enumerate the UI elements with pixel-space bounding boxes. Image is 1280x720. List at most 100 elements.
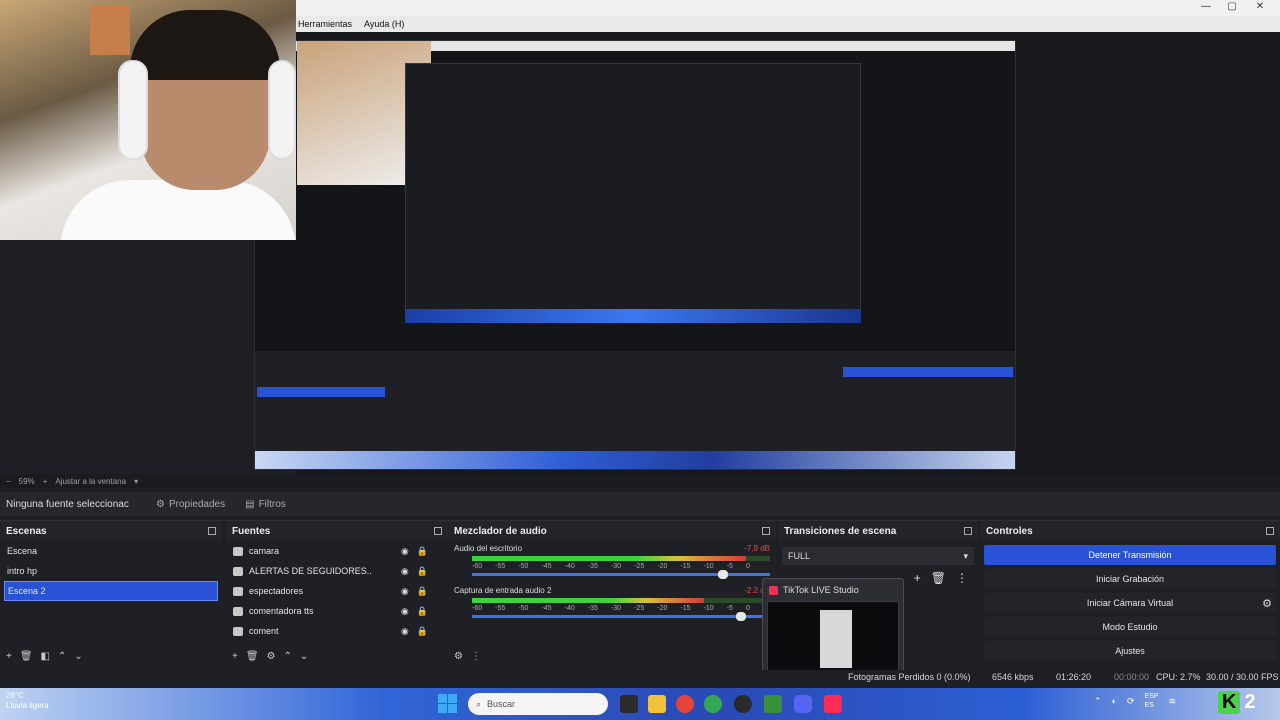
lock-icon[interactable]: 🔒 (417, 606, 428, 617)
search-placeholder: Buscar (487, 699, 516, 709)
minimize-button[interactable]: — (1196, 0, 1216, 14)
gear-icon[interactable]: ⚙ (1262, 597, 1272, 610)
wifi-icon[interactable]: ≋ (1169, 696, 1177, 707)
zoom-in-button[interactable]: + (43, 477, 48, 486)
eye-icon[interactable]: ◉ (401, 606, 409, 617)
scene-item[interactable]: intro hp (0, 561, 222, 581)
add-icon[interactable]: + (232, 651, 238, 662)
filters-label: Filtros (258, 498, 286, 510)
language[interactable]: ESP (1145, 692, 1159, 701)
studio-mode-button[interactable]: Modo Estudio (984, 617, 1276, 637)
eye-icon[interactable]: ◉ (401, 546, 409, 557)
scale-tick-label: -55 (495, 563, 506, 570)
chevron-down-icon[interactable]: ▾ (134, 477, 138, 486)
source-item[interactable]: coment ◉ 🔒 (226, 621, 448, 641)
logo-badge: 2 (1244, 690, 1256, 713)
dock-title: Escenas (6, 525, 47, 537)
volume-slider[interactable] (472, 570, 770, 579)
source-item[interactable]: ALERTAS DE SEGUIDORES.. ◉ 🔒 (226, 561, 448, 581)
lock-icon[interactable]: 🔒 (417, 626, 428, 637)
filter-icon: ▤ (245, 498, 255, 510)
chrome-profile-icon[interactable] (704, 695, 722, 713)
source-item[interactable]: espectadores ◉ 🔒 (226, 581, 448, 601)
scene-item-selected[interactable]: Escena 2 (4, 581, 218, 601)
record-time: 00:00:00 (1114, 672, 1150, 682)
cpu-usage: CPU: 2.7% (1156, 672, 1201, 682)
scene-filter-icon[interactable]: ◧ (41, 651, 50, 662)
channel-name: Audio del escritorio (454, 544, 523, 553)
file-explorer-icon[interactable] (648, 695, 666, 713)
live-time: 01:26:20 (1056, 672, 1092, 682)
zoom-out-button[interactable]: − (6, 477, 11, 486)
scenes-dock: Escenas Escena intro hp Escena 2 + 🗑 ◧ ⌃… (0, 520, 222, 666)
controls-dock: Controles Detener Transmisión Iniciar Gr… (980, 520, 1280, 666)
scale-tick-label: -25 (634, 605, 645, 612)
discord-icon[interactable] (794, 695, 812, 713)
tray-app-icon[interactable]: ◐ (1112, 696, 1117, 706)
scene-item[interactable]: Escena (0, 541, 222, 561)
taskbar-search[interactable]: ⌕ Buscar (468, 693, 608, 715)
tray-chevron-icon[interactable]: ⌃ (1094, 696, 1102, 707)
start-recording-button[interactable]: Iniciar Grabación (984, 569, 1276, 589)
start-virtual-camera-button[interactable]: Iniciar Cámara Virtual (984, 593, 1276, 613)
volume-slider[interactable] (472, 612, 770, 621)
undock-icon[interactable] (762, 527, 770, 535)
move-up-icon[interactable]: ⌃ (58, 651, 66, 662)
trash-icon[interactable]: 🗑 (20, 651, 33, 662)
slider-knob[interactable] (718, 570, 729, 579)
windows-taskbar: 26°C Lluvia ligera ⌕ Buscar ⌃ ◐ ⟳ ESP ES … (0, 688, 1280, 720)
stop-stream-button[interactable]: Detener Transmisión (984, 545, 1276, 565)
maximize-button[interactable]: ▢ (1222, 0, 1242, 14)
tiktok-live-studio-icon[interactable] (824, 695, 842, 713)
menu-help[interactable]: Ayuda (H) (364, 19, 404, 29)
mixer-gear-icon[interactable]: ⚙ (454, 651, 463, 662)
meter-scale: -60 -55 -50 -45 -40 -35 -30 -25 -20 -15 -10 -5 0 (472, 605, 770, 613)
scale-tick-label: 0 (745, 605, 750, 612)
eye-icon[interactable]: ◉ (401, 566, 409, 577)
undock-icon[interactable] (208, 527, 216, 535)
region: ES (1144, 702, 1154, 709)
chevron-down-icon: ▾ (963, 550, 968, 561)
source-item[interactable]: camara ◉ 🔒 (226, 541, 448, 561)
undock-icon[interactable] (1266, 527, 1274, 535)
slider-knob[interactable] (736, 612, 747, 621)
tray-sync-icon[interactable]: ⟳ (1127, 696, 1135, 707)
more-menu-icon[interactable]: ⋮ (471, 651, 481, 662)
trash-icon[interactable]: 🗑 (246, 651, 259, 662)
move-down-icon[interactable]: ⌄ (300, 651, 308, 662)
lock-icon[interactable]: 🔒 (417, 546, 428, 557)
weather-widget[interactable]: 26°C Lluvia ligera (6, 691, 49, 711)
eye-icon[interactable]: ◉ (401, 626, 409, 637)
undock-icon[interactable] (434, 527, 442, 535)
transition-value: FULL (788, 551, 811, 561)
sources-dock: Fuentes camara ◉ 🔒 ALERTAS DE SEGUIDORES..… (226, 520, 448, 666)
trash-icon[interactable]: 🗑 (931, 571, 946, 585)
close-button[interactable]: ✕ (1250, 0, 1270, 14)
transition-select[interactable]: FULL ▾ (782, 547, 974, 565)
gear-icon[interactable]: ⚙ (267, 651, 276, 662)
properties-button[interactable]: ⚙ Propiedades (148, 494, 233, 514)
minecraft-icon[interactable] (764, 695, 782, 713)
undock-icon[interactable] (964, 527, 972, 535)
system-tray: ⌃ ◐ ⟳ ESP ES ≋ (1094, 692, 1176, 710)
move-up-icon[interactable]: ⌃ (284, 651, 292, 662)
add-icon[interactable]: + (6, 651, 12, 662)
fit-window-select[interactable]: Ajustar a la ventana (55, 477, 126, 486)
source-label: camara (249, 546, 280, 556)
more-menu-icon[interactable]: ⋮ (956, 571, 968, 585)
scale-tick-label: -35 (587, 605, 598, 612)
lock-icon[interactable]: 🔒 (417, 586, 428, 597)
menu-tools[interactable]: Herramientas (298, 19, 352, 29)
tiktok-preview-popup[interactable]: TikTok LIVE Studio (762, 578, 904, 678)
source-item[interactable]: comentadora tts ◉ 🔒 (226, 601, 448, 621)
eye-icon[interactable]: ◉ (401, 586, 409, 597)
obs-icon[interactable] (734, 695, 752, 713)
move-down-icon[interactable]: ⌄ (74, 651, 82, 662)
filters-button[interactable]: ▤ Filtros (237, 494, 294, 514)
start-windows-icon[interactable] (438, 694, 458, 714)
lock-icon[interactable]: 🔒 (417, 566, 428, 577)
add-icon[interactable]: + (914, 571, 921, 585)
settings-button[interactable]: Ajustes (984, 641, 1276, 661)
task-view-icon[interactable] (620, 695, 638, 713)
chrome-icon[interactable] (676, 695, 694, 713)
